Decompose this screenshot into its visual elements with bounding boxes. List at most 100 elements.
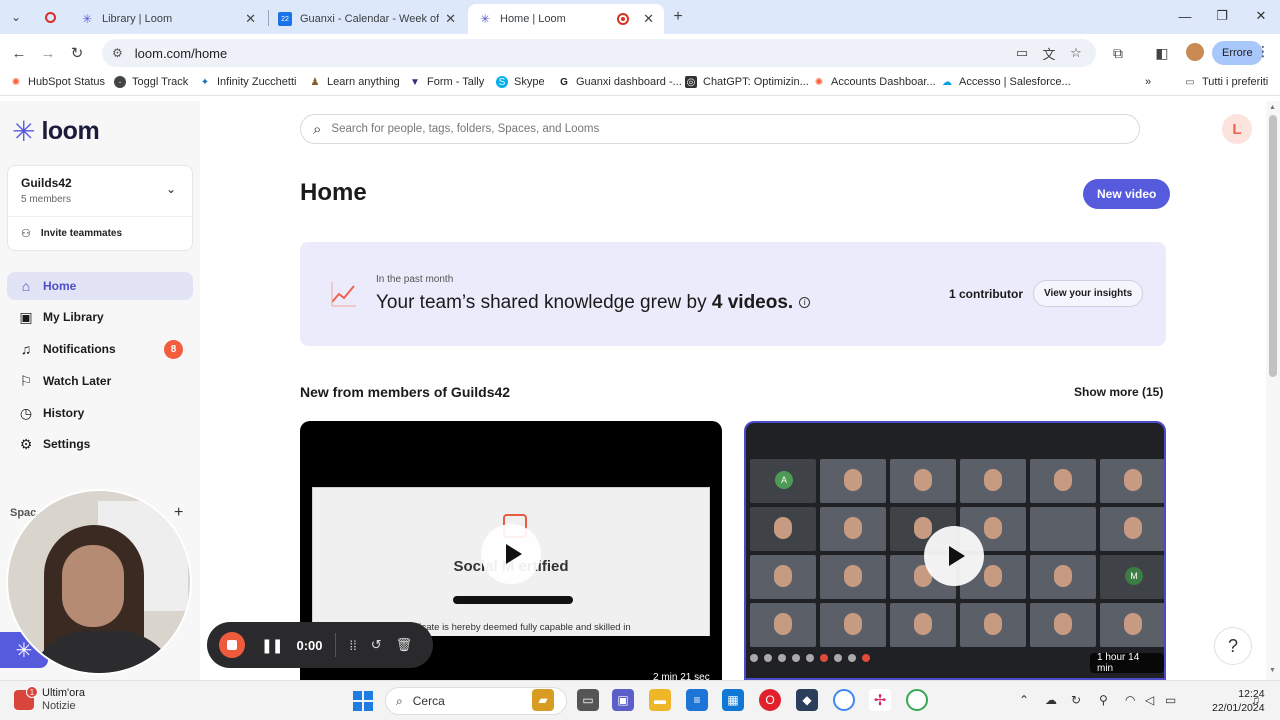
wifi-icon[interactable]: ◠ [1125, 693, 1135, 707]
participant-tile [890, 603, 956, 647]
chrome-menu-icon[interactable]: ⋮ [1256, 43, 1270, 60]
scroll-down-icon[interactable]: ▼ [1269, 667, 1276, 674]
workspace-name[interactable]: Guilds42 [21, 176, 72, 190]
reload-icon[interactable]: ↻ [66, 42, 88, 64]
translate-icon[interactable]: 文 [1041, 45, 1057, 62]
participant-tile: A [750, 459, 816, 503]
close-tab-icon[interactable]: ✕ [245, 11, 256, 27]
chevron-up-icon[interactable]: ⌃ [1019, 693, 1029, 707]
sidebar-item-watch-later[interactable]: ⚐ Watch Later [7, 367, 193, 395]
sidebar-item-settings[interactable]: ⚙ Settings [7, 430, 193, 458]
battery-icon[interactable]: ▭ [1165, 693, 1176, 707]
hubspot-icon: ✺ [11, 76, 21, 88]
teams-icon[interactable]: ▣ [612, 689, 634, 711]
folder-icon: ▭ [1185, 76, 1195, 88]
loom-logo[interactable]: ✳ loom [12, 117, 100, 146]
bookmark-accounts-dashboard[interactable]: ✺ Accounts Dashboar... [813, 76, 936, 88]
info-icon[interactable]: i [799, 297, 811, 309]
google-icon: G [560, 76, 568, 88]
stop-recording-button[interactable] [219, 632, 245, 658]
back-arrow-icon[interactable]: ← [8, 42, 30, 64]
loom-favicon-icon: ✳ [81, 12, 93, 26]
sidebar-item-history[interactable]: ◷ History [7, 399, 193, 427]
scroll-up-icon[interactable]: ▲ [1269, 104, 1276, 111]
address-bar[interactable]: ⚙ loom.com/home [102, 39, 1096, 67]
chrome-icon[interactable] [833, 689, 855, 711]
bookmark-tally[interactable]: ▼ Form - Tally [409, 76, 484, 88]
bookmark-toggl[interactable]: · Toggl Track [114, 76, 188, 88]
sidebar-item-my-library[interactable]: ▣ My Library [7, 303, 193, 331]
mydesktop-app-icon[interactable]: ≡ [686, 689, 708, 711]
microphone-icon[interactable]: ⚲ [1099, 693, 1108, 707]
sidebar-item-notifications[interactable]: ♫ Notifications 8 [7, 335, 193, 363]
participant-tile: M [1100, 555, 1164, 599]
close-tab-icon[interactable]: ✕ [445, 11, 456, 27]
bookmark-infinity[interactable]: ✦ Infinity Zucchetti [199, 76, 297, 88]
clock-icon: ◷ [19, 404, 33, 421]
close-tab-icon[interactable]: ✕ [643, 11, 654, 27]
show-more-link[interactable]: Show more (15) [1074, 385, 1163, 399]
restore-icon[interactable]: ❐ [1207, 4, 1237, 28]
help-button[interactable]: ? [1214, 627, 1252, 665]
restart-icon[interactable]: ↺ [371, 637, 382, 653]
volume-icon[interactable]: ◁ [1145, 693, 1154, 707]
chevron-down-icon[interactable]: ⌄ [166, 182, 176, 196]
search-bar[interactable]: ⌕ [300, 114, 1140, 144]
play-icon[interactable] [481, 524, 541, 584]
store-icon[interactable]: ▦ [722, 689, 744, 711]
camera-in-use-icon[interactable]: ▭ [1014, 45, 1030, 61]
bookmark-learn-anything[interactable]: ♟ Learn anything [309, 76, 400, 88]
bookmark-skype[interactable]: S Skype [496, 76, 545, 88]
search-input[interactable] [331, 123, 1092, 135]
tab-calendar[interactable]: 22 Guanxi - Calendar - Week of Fe ✕ [268, 4, 466, 34]
bookmark-star-icon[interactable]: ☆ [1068, 45, 1084, 61]
browser-tab-strip: ⌄ ✳ Library | Loom ✕ 22 Guanxi - Calenda… [0, 0, 1280, 34]
file-explorer-icon[interactable]: ▬ [649, 689, 671, 711]
pause-icon[interactable]: ❚❚ [261, 637, 283, 654]
tab-home-loom[interactable]: ✳ Home | Loom ✕ [468, 4, 664, 34]
video-duration: 1 hour 14 min [1090, 652, 1164, 674]
play-icon[interactable] [924, 526, 984, 586]
bookmark-salesforce[interactable]: ☁ Accesso | Salesforce... [941, 76, 1071, 88]
slack-icon[interactable]: ✢ [869, 689, 891, 711]
profile-avatar[interactable] [1186, 43, 1204, 61]
more-bookmarks-icon[interactable]: » [1145, 76, 1151, 88]
bookmark-hubspot[interactable]: ✺ HubSpot Status [10, 76, 105, 88]
sidebar-item-home[interactable]: ⌂ Home [7, 272, 193, 300]
bookmark-guanxi-dashboard[interactable]: G Guanxi dashboard -... [558, 76, 682, 88]
profile-error-button[interactable]: Errore [1212, 41, 1263, 65]
task-view-icon[interactable]: ▭ [577, 689, 599, 711]
site-info-icon[interactable]: ⚙ [112, 46, 123, 60]
sync-icon[interactable]: ↻ [1071, 693, 1081, 707]
onedrive-cloud-icon[interactable]: ☁ [1045, 693, 1057, 707]
notification-bell-icon[interactable]: ♫ [1251, 693, 1260, 707]
video-card[interactable]: A M 1 hour 14 min [744, 421, 1166, 680]
user-avatar[interactable]: L [1222, 114, 1252, 144]
scrollbar-thumb[interactable] [1269, 115, 1277, 377]
tab-library-loom[interactable]: ✳ Library | Loom ✕ [70, 4, 266, 34]
extensions-icon[interactable]: ⧉ [1108, 43, 1128, 63]
invite-teammates-button[interactable]: ⚇ Invite teammates [21, 227, 122, 240]
bookmark-chatgpt[interactable]: ◎ ChatGPT: Optimizin... [685, 76, 809, 88]
webcam-bubble[interactable] [6, 489, 192, 675]
new-tab-plus-icon[interactable]: + [668, 7, 688, 27]
side-panel-icon[interactable]: ◧ [1152, 43, 1172, 63]
new-video-button[interactable]: New video [1083, 179, 1171, 209]
page-scrollbar[interactable]: ▲ ▼ [1266, 101, 1280, 680]
chrome-profile-icon[interactable] [906, 689, 928, 711]
tab-search-icon[interactable]: ⌄ [6, 7, 26, 27]
drawing-tools-icon[interactable]: ⁞⁞ [350, 638, 357, 653]
opera-icon[interactable]: O [759, 689, 781, 711]
participant-tile [750, 555, 816, 599]
news-widget[interactable]: 1 Ultim'ora Notizie [14, 686, 85, 713]
windows-start-icon[interactable] [353, 691, 373, 711]
bookmark-icon: ⚐ [19, 372, 33, 389]
trash-icon[interactable]: 🗑 [396, 637, 413, 653]
briefcase-app-icon[interactable]: ▰ [532, 689, 554, 711]
minimize-icon[interactable]: — [1170, 4, 1200, 28]
view-insights-button[interactable]: View your insights [1033, 280, 1144, 307]
all-bookmarks-folder[interactable]: ▭ Tutti i preferiti [1184, 76, 1268, 88]
window-close-icon[interactable]: ✕ [1246, 4, 1276, 28]
forward-arrow-icon[interactable]: → [37, 42, 59, 64]
davinci-icon[interactable]: ◆ [796, 689, 818, 711]
